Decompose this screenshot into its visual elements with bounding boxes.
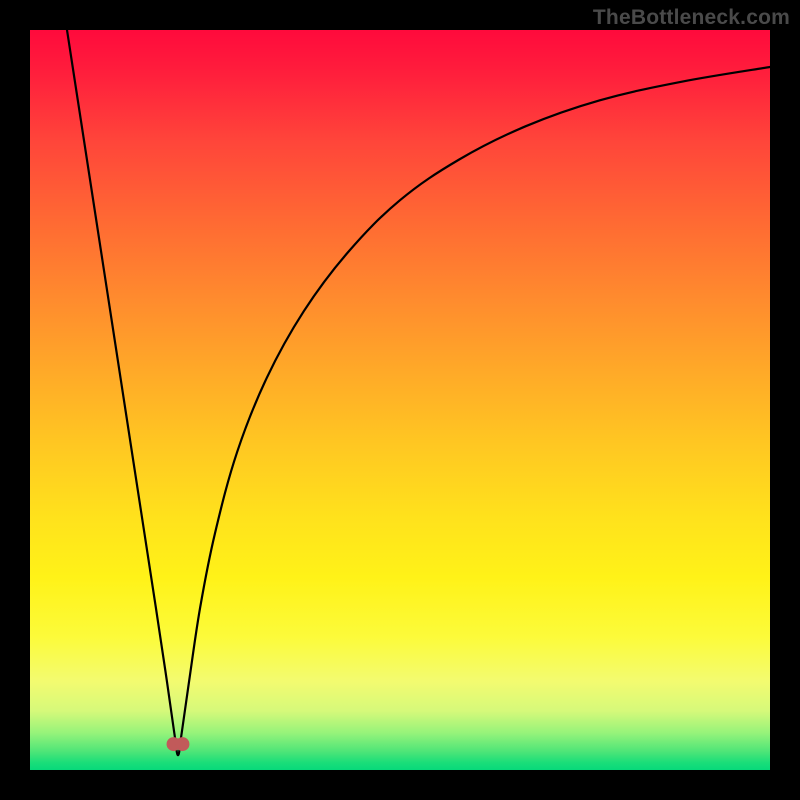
watermark-text: TheBottleneck.com: [593, 6, 790, 30]
curve-marker-1: [176, 738, 189, 751]
chart-svg: [30, 30, 770, 770]
chart-frame: TheBottleneck.com: [0, 0, 800, 800]
minimum-markers: [167, 738, 189, 751]
bottleneck-curve: [67, 30, 770, 755]
plot-area: [30, 30, 770, 770]
